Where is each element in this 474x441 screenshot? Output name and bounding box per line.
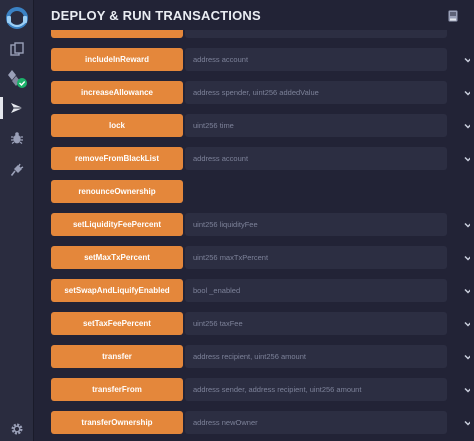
- function-row: transferFrom address sender, address reci…: [51, 378, 472, 401]
- function-args-input[interactable]: bool _enabled: [185, 279, 447, 302]
- scrollbar[interactable]: [470, 30, 474, 441]
- function-button[interactable]: lock: [51, 114, 183, 137]
- function-args-input[interactable]: address recipient, uint256 amount: [185, 345, 447, 368]
- solidity-compiler-icon[interactable]: [0, 66, 34, 92]
- book-icon[interactable]: [448, 9, 458, 27]
- function-row: transferOwnership address newOwner: [51, 411, 472, 434]
- panel-title: DEPLOY & RUN TRANSACTIONS: [51, 7, 261, 23]
- function-row: setMaxTxPercent uint256 maxTxPercent: [51, 246, 472, 269]
- function-button[interactable]: increaseAllowance: [51, 81, 183, 104]
- function-button[interactable]: transfer: [51, 345, 183, 368]
- icon-panel: [0, 0, 34, 441]
- function-args-input[interactable]: address spender, uint256 addedValue: [185, 81, 447, 104]
- function-row: setLiquidityFeePercent uint256 liquidityF…: [51, 213, 472, 236]
- function-args-input[interactable]: address newOwner: [185, 411, 447, 434]
- function-button[interactable]: transferFrom: [51, 378, 183, 401]
- function-args-input[interactable]: uint256 taxFee: [185, 312, 447, 335]
- gear-icon[interactable]: [0, 416, 34, 441]
- function-row: renounceOwnership: [51, 180, 183, 203]
- deploy-run-panel: DEPLOY & RUN TRANSACTIONS includeInRewar…: [34, 0, 474, 441]
- function-args-input[interactable]: address account: [185, 48, 447, 71]
- bug-icon[interactable]: [0, 125, 34, 151]
- remix-logo-icon[interactable]: [0, 2, 34, 34]
- function-args-input[interactable]: uint256 time: [185, 114, 447, 137]
- function-button[interactable]: removeFromBlackList: [51, 147, 183, 170]
- function-button[interactable]: setLiquidityFeePercent: [51, 213, 183, 236]
- function-args-input[interactable]: uint256 maxTxPercent: [185, 246, 447, 269]
- function-args-input[interactable]: address sender, address recipient, uint2…: [185, 378, 447, 401]
- function-row: setTaxFeePercent uint256 taxFee: [51, 312, 472, 335]
- function-button[interactable]: renounceOwnership: [51, 180, 183, 203]
- plug-icon[interactable]: [0, 157, 34, 183]
- function-args-input[interactable]: address account: [185, 147, 447, 170]
- function-row: increaseAllowance address spender, uint25…: [51, 81, 472, 104]
- function-button[interactable]: setMaxTxPercent: [51, 246, 183, 269]
- files-icon[interactable]: [0, 36, 34, 62]
- function-row: removeFromBlackList address account: [51, 147, 472, 170]
- function-row: lock uint256 time: [51, 114, 472, 137]
- function-button[interactable]: setSwapAndLiquifyEnabled: [51, 279, 183, 302]
- function-row: setSwapAndLiquifyEnabled bool _enabled: [51, 279, 472, 302]
- function-button[interactable]: transferOwnership: [51, 411, 183, 434]
- function-button[interactable]: setTaxFeePercent: [51, 312, 183, 335]
- function-row: transfer address recipient, uint256 amoun…: [51, 345, 472, 368]
- deploy-run-icon[interactable]: [0, 95, 34, 121]
- function-args-input[interactable]: uint256 liquidityFee: [185, 213, 447, 236]
- function-button[interactable]: includeInReward: [51, 48, 183, 71]
- panel-header: DEPLOY & RUN TRANSACTIONS: [34, 0, 474, 30]
- function-row: includeInReward address account: [51, 48, 472, 71]
